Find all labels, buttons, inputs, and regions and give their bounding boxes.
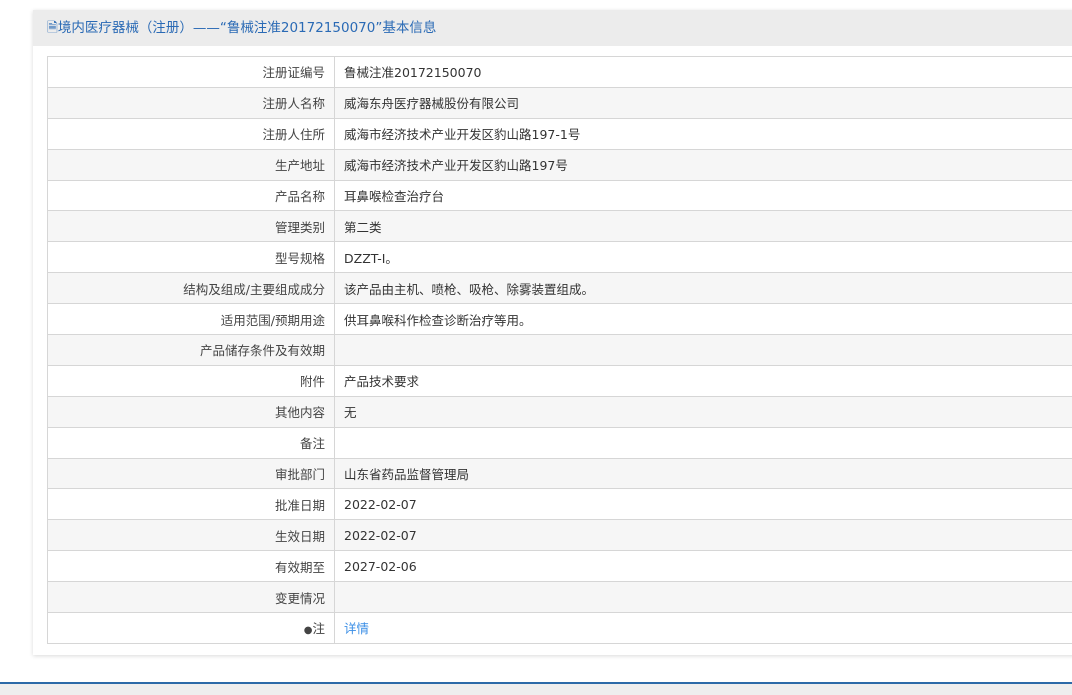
row-value	[335, 427, 1072, 458]
row-label: 批准日期	[48, 489, 335, 520]
row-value: 威海市经济技术产业开发区豹山路197号	[335, 149, 1072, 180]
panel-title: 境内医疗器械（注册）——“鲁械注准20172150070”基本信息	[58, 20, 436, 36]
row-label: 备注	[48, 427, 335, 458]
detail-panel: 🗎境内医疗器械（注册）——“鲁械注准20172150070”基本信息 注册证编号…	[33, 10, 1072, 655]
row-value: 鲁械注准20172150070	[335, 57, 1072, 88]
panel-header: 🗎境内医疗器械（注册）——“鲁械注准20172150070”基本信息	[33, 10, 1072, 46]
table-row: 注册证编号鲁械注准20172150070	[48, 57, 1072, 88]
row-value: 2027-02-06	[335, 551, 1072, 582]
details-link[interactable]: 详情	[344, 621, 369, 636]
table-row: 型号规格DZZT-I。	[48, 242, 1072, 273]
table-row: 适用范围/预期用途供耳鼻喉科作检查诊断治疗等用。	[48, 304, 1072, 335]
row-label: 有效期至	[48, 551, 335, 582]
note-value-cell: 详情	[335, 613, 1072, 644]
row-value: 产品技术要求	[335, 365, 1072, 396]
table-row: 结构及组成/主要组成成分该产品由主机、喷枪、吸枪、除雾装置组成。	[48, 273, 1072, 304]
row-value: 供耳鼻喉科作检查诊断治疗等用。	[335, 304, 1072, 335]
row-label: 产品储存条件及有效期	[48, 335, 335, 366]
row-label: 产品名称	[48, 180, 335, 211]
row-value: 耳鼻喉检查治疗台	[335, 180, 1072, 211]
table-row: 有效期至2027-02-06	[48, 551, 1072, 582]
table-row: 审批部门山东省药品监督管理局	[48, 458, 1072, 489]
table-row: 其他内容无	[48, 396, 1072, 427]
footer-bar	[0, 682, 1072, 695]
info-table: 注册证编号鲁械注准20172150070注册人名称威海东舟医疗器械股份有限公司注…	[47, 56, 1072, 644]
table-row: 生效日期2022-02-07	[48, 520, 1072, 551]
row-label: 审批部门	[48, 458, 335, 489]
table-row: 附件产品技术要求	[48, 365, 1072, 396]
row-value: 2022-02-07	[335, 489, 1072, 520]
table-row: 生产地址威海市经济技术产业开发区豹山路197号	[48, 149, 1072, 180]
row-label: 生效日期	[48, 520, 335, 551]
note-row: ●注详情	[48, 613, 1072, 644]
row-label: 变更情况	[48, 582, 335, 613]
row-value	[335, 582, 1072, 613]
row-label: 管理类别	[48, 211, 335, 242]
note-label: 注	[312, 621, 325, 636]
row-label: 注册人住所	[48, 118, 335, 149]
table-row: 产品名称耳鼻喉检查治疗台	[48, 180, 1072, 211]
row-value: 山东省药品监督管理局	[335, 458, 1072, 489]
row-label: 生产地址	[48, 149, 335, 180]
row-value: 无	[335, 396, 1072, 427]
table-row: 注册人名称威海东舟医疗器械股份有限公司	[48, 87, 1072, 118]
row-value: DZZT-I。	[335, 242, 1072, 273]
row-value: 该产品由主机、喷枪、吸枪、除雾装置组成。	[335, 273, 1072, 304]
table-row: 管理类别第二类	[48, 211, 1072, 242]
table-row: 产品储存条件及有效期	[48, 335, 1072, 366]
row-value: 第二类	[335, 211, 1072, 242]
document-icon: 🗎	[47, 20, 58, 36]
row-label: 结构及组成/主要组成成分	[48, 273, 335, 304]
table-row: 变更情况	[48, 582, 1072, 613]
table-row: 备注	[48, 427, 1072, 458]
note-label-cell: ●注	[48, 613, 335, 644]
row-label: 注册人名称	[48, 87, 335, 118]
row-label: 其他内容	[48, 396, 335, 427]
table-row: 注册人住所威海市经济技术产业开发区豹山路197-1号	[48, 118, 1072, 149]
table-row: 批准日期2022-02-07	[48, 489, 1072, 520]
row-label: 附件	[48, 365, 335, 396]
row-value	[335, 335, 1072, 366]
row-value: 2022-02-07	[335, 520, 1072, 551]
row-value: 威海东舟医疗器械股份有限公司	[335, 87, 1072, 118]
row-label: 注册证编号	[48, 57, 335, 88]
row-label: 型号规格	[48, 242, 335, 273]
row-value: 威海市经济技术产业开发区豹山路197-1号	[335, 118, 1072, 149]
row-label: 适用范围/预期用途	[48, 304, 335, 335]
